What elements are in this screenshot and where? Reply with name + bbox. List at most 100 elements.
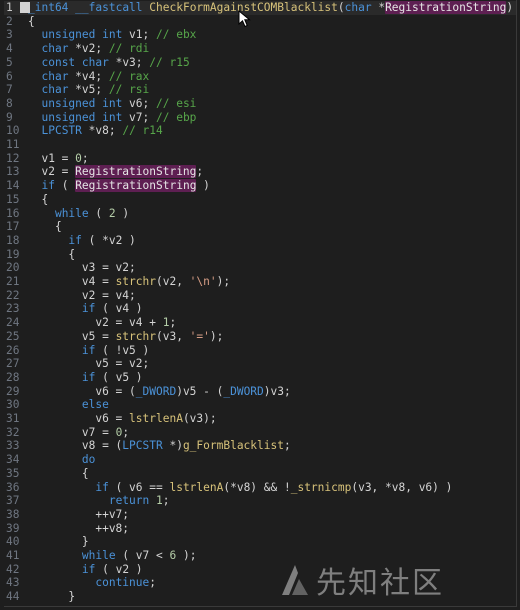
code-token: v2 = v4 + bbox=[28, 316, 163, 330]
code-line[interactable]: 10 LPCSTR *v8; // r14 bbox=[4, 124, 516, 138]
line-number: 18 bbox=[6, 233, 20, 247]
code-text: char *v2; // rdi bbox=[18, 42, 149, 56]
line-number: 14 bbox=[6, 179, 20, 193]
code-line[interactable]: 27 v5 = v2; bbox=[4, 357, 516, 371]
code-line[interactable]: 38 ++v7; bbox=[4, 508, 516, 522]
code-line[interactable]: 23 if ( v4 ) bbox=[4, 302, 516, 316]
code-token: // ebp bbox=[156, 110, 197, 124]
code-line[interactable]: 40 } bbox=[4, 535, 516, 549]
code-line[interactable]: 12 v1 = 0; bbox=[4, 152, 516, 166]
code-token: // rsi bbox=[108, 83, 150, 97]
code-token: 2 bbox=[108, 206, 116, 220]
code-text: unsigned int v1; // ebx bbox=[18, 28, 196, 42]
code-token: ; bbox=[81, 151, 89, 165]
line-number: 17 bbox=[6, 220, 20, 234]
code-line[interactable]: 3 unsigned int v1; // ebx bbox=[4, 28, 516, 42]
code-text: do bbox=[18, 453, 95, 467]
code-token: (v3, bbox=[155, 329, 190, 343]
code-line[interactable]: 26 if ( !v5 ) bbox=[4, 344, 516, 358]
code-line[interactable]: 37 return 1; bbox=[4, 494, 516, 508]
code-token: ( bbox=[88, 206, 109, 220]
code-token: if bbox=[95, 480, 109, 494]
line-number: 41 bbox=[6, 549, 20, 562]
code-line[interactable]: 24 v2 = v4 + 1; bbox=[4, 316, 516, 330]
code-text: ++v7; bbox=[18, 508, 129, 522]
line-number: 21 bbox=[6, 275, 20, 288]
code-line[interactable]: 21 v4 = strchr(v2, '\n'); bbox=[4, 275, 516, 289]
code-token: v6; bbox=[122, 96, 156, 110]
code-line[interactable]: 17 { bbox=[4, 220, 516, 234]
code-line[interactable]: 8 unsigned int v6; // esi bbox=[4, 97, 516, 111]
line-number: 42 bbox=[6, 562, 20, 576]
code-line[interactable]: 30 else bbox=[4, 398, 516, 412]
code-token: while bbox=[81, 549, 116, 562]
code-line[interactable]: 13 v2 = RegistrationString; bbox=[4, 165, 516, 179]
code-line[interactable]: 19 { bbox=[4, 248, 516, 262]
code-line[interactable]: 11 bbox=[4, 138, 516, 152]
line-number: 30 bbox=[6, 398, 20, 412]
code-line[interactable]: 6 char *v4; // rax bbox=[4, 70, 516, 84]
code-line[interactable]: 32 v7 = 0; bbox=[4, 426, 516, 440]
code-line[interactable]: 31 v6 = lstrlenA(v3); bbox=[4, 412, 516, 426]
code-token: v6 = bbox=[28, 412, 130, 425]
code-line[interactable]: 28 if ( v5 ) bbox=[4, 371, 516, 385]
code-line[interactable]: 4 char *v2; // rdi bbox=[4, 42, 516, 56]
code-line[interactable]: 2{ bbox=[4, 15, 516, 29]
code-line[interactable]: 18 if ( *v2 ) bbox=[4, 234, 516, 248]
code-line[interactable]: 22 v2 = v4; bbox=[4, 289, 516, 303]
code-text: v2 = v4 + 1; bbox=[18, 316, 176, 330]
line-number: 9 bbox=[6, 110, 13, 124]
line-number: 16 bbox=[6, 206, 20, 220]
code-line[interactable]: 7 char *v5; // rsi bbox=[4, 83, 516, 97]
code-token: { bbox=[28, 247, 76, 261]
code-token: char bbox=[344, 1, 372, 14]
code-line[interactable]: 29 v6 = (_DWORD)v5 - (_DWORD)v3; bbox=[4, 385, 516, 399]
code-token: _DWORD bbox=[223, 384, 264, 398]
code-token: if bbox=[81, 562, 96, 576]
code-token: // r15 bbox=[149, 55, 190, 69]
code-text: ++v8; bbox=[18, 522, 129, 536]
pseudocode-editor[interactable]: 1 _int64 __fastcall CheckFormAgainstCOMBl… bbox=[4, 0, 517, 607]
code-line[interactable]: 14 if ( RegistrationString ) bbox=[4, 179, 516, 193]
line-number: 27 bbox=[6, 357, 20, 371]
code-token: ; bbox=[122, 425, 130, 439]
line-number: 35 bbox=[6, 466, 20, 480]
line-number: 29 bbox=[6, 384, 20, 398]
code-line[interactable]: 5 const char *v3; // r15 bbox=[4, 56, 516, 70]
code-text: { bbox=[18, 467, 89, 481]
code-line[interactable]: 33 v8 = (LPCSTR *)g_FormBlacklist; bbox=[4, 439, 516, 453]
code-token: { bbox=[28, 466, 89, 480]
line-number: 1 bbox=[6, 1, 13, 14]
code-token: v3 = v2; bbox=[28, 261, 136, 275]
code-line[interactable]: 39 ++v8; bbox=[4, 522, 516, 536]
watermark-logo-icon bbox=[282, 565, 308, 595]
code-line[interactable]: 16 while ( 2 ) bbox=[4, 207, 516, 221]
code-token: char bbox=[41, 42, 69, 56]
code-token: ; bbox=[149, 576, 156, 590]
code-token: ; bbox=[283, 439, 291, 453]
code-line[interactable]: 36 if ( v6 == lstrlenA(*v8) && !_strnicm… bbox=[4, 481, 516, 495]
code-line[interactable]: 25 v5 = strchr(v3, '='); bbox=[4, 330, 516, 344]
line-number: 26 bbox=[6, 343, 20, 357]
code-line[interactable]: 9 unsigned int v7; // ebp bbox=[4, 111, 516, 125]
code-token: __fastcall bbox=[75, 1, 143, 14]
code-text: v2 = RegistrationString; bbox=[18, 165, 203, 179]
code-text: if ( !v5 ) bbox=[18, 344, 149, 358]
code-token: unsigned int bbox=[41, 96, 123, 110]
code-line[interactable]: 15 { bbox=[4, 193, 516, 207]
code-text: continue; bbox=[18, 576, 156, 590]
code-token: *v2; bbox=[68, 42, 109, 56]
code-line[interactable]: 34 do bbox=[4, 453, 516, 467]
code-line[interactable]: 35 { bbox=[4, 467, 516, 481]
code-line[interactable]: 1 _int64 __fastcall CheckFormAgainstCOMBl… bbox=[4, 1, 516, 15]
code-line[interactable]: 20 v3 = v2; bbox=[4, 261, 516, 275]
